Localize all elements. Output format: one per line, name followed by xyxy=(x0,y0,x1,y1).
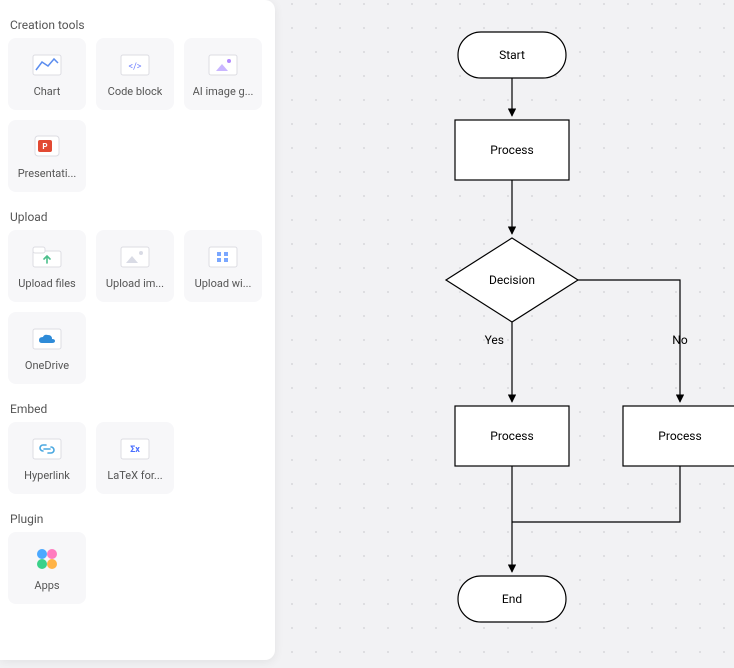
tool-apps[interactable]: Apps xyxy=(8,532,86,604)
presentation-icon: P xyxy=(30,133,64,161)
tool-label: Code block xyxy=(108,85,163,98)
onedrive-icon xyxy=(30,325,64,353)
tool-hyperlink[interactable]: Hyperlink xyxy=(8,422,86,494)
flow-process1-node[interactable]: Process xyxy=(455,120,569,180)
flow-no-label: No xyxy=(672,333,688,347)
tool-presentation[interactable]: P Presentati... xyxy=(8,120,86,192)
tool-label: Upload files xyxy=(18,277,75,290)
chart-icon xyxy=(30,51,64,79)
flow-decision-label: Decision xyxy=(489,273,535,287)
tool-upload-image[interactable]: Upload im... xyxy=(96,230,174,302)
upload-files-icon xyxy=(30,243,64,271)
flow-yes-label: Yes xyxy=(485,333,504,347)
upload-image-icon xyxy=(118,243,152,271)
insert-panel: Creation tools Chart </> Code block AI i… xyxy=(0,0,275,660)
tool-label: Presentati... xyxy=(18,167,77,180)
tool-label: Upload wi... xyxy=(195,277,252,290)
tool-ai-image[interactable]: AI image g... xyxy=(184,38,262,110)
flow-start-node[interactable]: Start xyxy=(458,32,566,78)
tool-chart[interactable]: Chart xyxy=(8,38,86,110)
flow-process3-label: Process xyxy=(658,429,701,443)
tool-label: Upload im... xyxy=(106,277,164,290)
upload-widget-icon xyxy=(206,243,240,271)
latex-icon: Σx xyxy=(118,435,152,463)
tool-label: AI image g... xyxy=(193,85,254,98)
tool-label: Apps xyxy=(34,579,59,592)
hyperlink-icon xyxy=(30,435,64,463)
tool-label: Chart xyxy=(34,85,61,98)
flow-process2-node[interactable]: Process xyxy=(455,406,569,466)
apps-icon xyxy=(30,545,64,573)
section-title-upload: Upload xyxy=(0,192,275,230)
tool-code-block[interactable]: </> Code block xyxy=(96,38,174,110)
section-title-plugin: Plugin xyxy=(0,494,275,532)
tool-label: LaTeX for... xyxy=(107,469,162,482)
section-title-embed: Embed xyxy=(0,384,275,422)
tool-label: Hyperlink xyxy=(24,469,70,482)
tool-latex[interactable]: Σx LaTeX for... xyxy=(96,422,174,494)
section-title-creation: Creation tools xyxy=(0,10,275,38)
flow-start-label: Start xyxy=(499,48,525,62)
svg-text:P: P xyxy=(42,142,47,151)
svg-text:Σx: Σx xyxy=(130,445,140,455)
flow-process1-label: Process xyxy=(490,143,533,157)
svg-text:</>: </> xyxy=(129,62,142,72)
flow-end-node[interactable]: End xyxy=(458,576,566,622)
flow-process3-node[interactable]: Process xyxy=(623,406,734,466)
tool-label: OneDrive xyxy=(25,359,69,372)
code-icon: </> xyxy=(118,51,152,79)
tool-upload-files[interactable]: Upload files xyxy=(8,230,86,302)
flow-process2-label: Process xyxy=(490,429,533,443)
tool-upload-widget[interactable]: Upload wi... xyxy=(184,230,262,302)
image-sparkle-icon xyxy=(206,51,240,79)
flow-end-label: End xyxy=(502,592,522,606)
tool-onedrive[interactable]: OneDrive xyxy=(8,312,86,384)
